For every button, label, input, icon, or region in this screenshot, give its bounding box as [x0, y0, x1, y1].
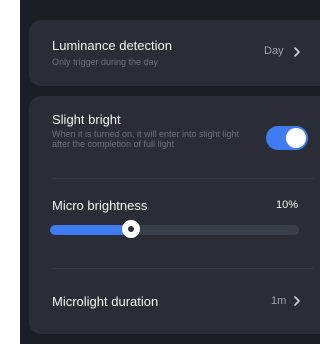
luminance-detection-subtitle: Only trigger during the day: [52, 57, 159, 67]
slight-bright-card: Slight bright When it is turned on, it w…: [29, 96, 320, 334]
slider-thumb[interactable]: [122, 220, 140, 238]
chevron-right-icon: [294, 47, 300, 57]
micro-brightness-label: Micro brightness: [52, 198, 148, 213]
slider-fill: [50, 225, 131, 235]
chevron-right-icon: [294, 296, 300, 306]
luminance-detection-value: Day: [264, 45, 284, 57]
slight-bright-title: Slight bright: [52, 112, 121, 127]
micro-brightness-slider[interactable]: [50, 220, 299, 238]
divider: [52, 178, 314, 179]
slight-bright-description: When it is turned on, it will enter into…: [52, 129, 240, 149]
divider: [52, 268, 314, 269]
micro-brightness-value: 10%: [276, 199, 299, 211]
settings-screen: Luminance detection Only trigger during …: [20, 0, 320, 344]
microlight-duration-value: 1m: [271, 295, 287, 307]
toggle-knob: [286, 128, 306, 148]
luminance-detection-row[interactable]: Luminance detection Only trigger during …: [29, 20, 320, 86]
microlight-duration-label: Microlight duration: [52, 294, 159, 309]
luminance-detection-title: Luminance detection: [52, 38, 172, 53]
slight-bright-toggle[interactable]: [266, 126, 308, 150]
